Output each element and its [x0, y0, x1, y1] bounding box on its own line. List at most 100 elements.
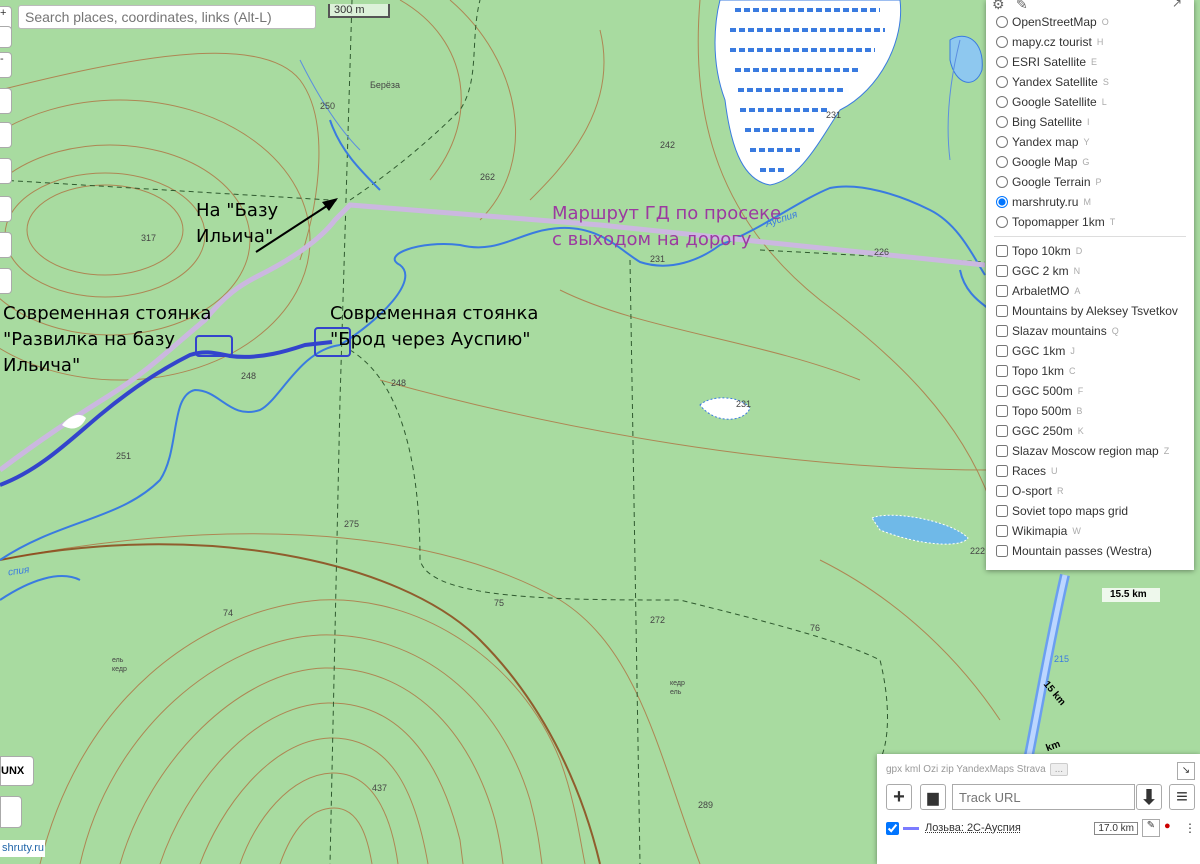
layer-row[interactable]: ESRI Satellite E: [986, 52, 1194, 72]
base-layers-list: OpenStreetMap Omapy.cz tourist H ESRI Satel…: [986, 12, 1194, 232]
track-url-input[interactable]: [952, 784, 1135, 810]
layer-row[interactable]: Soviet topo maps grid: [986, 501, 1194, 521]
layer-label: Topo 10km: [1012, 244, 1071, 258]
layer-row[interactable]: Yandex map Y: [986, 132, 1194, 152]
layer-checkbox[interactable]: [996, 325, 1008, 337]
layer-checkbox[interactable]: [996, 485, 1008, 497]
overlay-layers-list: Topo 10km D GGC 2 km N ArbaletMO A Mountains b…: [986, 241, 1194, 561]
divider: [994, 236, 1186, 237]
layer-radio[interactable]: [996, 36, 1008, 48]
contour-label: 76: [810, 623, 821, 633]
layer-label: GGC 500m: [1012, 384, 1073, 398]
layer-row[interactable]: Mountains by Aleksey Tsvetkov: [986, 301, 1194, 321]
layer-label: OpenStreetMap: [1012, 15, 1097, 29]
layer-row[interactable]: Topo 1km C: [986, 361, 1194, 381]
gear-icon[interactable]: ⚙: [992, 0, 1005, 13]
forest-label: кедр ель: [670, 680, 685, 696]
attribution-link[interactable]: shruty.ru: [0, 840, 45, 857]
elevation-label: 248: [391, 378, 407, 388]
layer-row[interactable]: Races U: [986, 461, 1194, 481]
layer-checkbox[interactable]: [996, 345, 1008, 357]
layer-radio[interactable]: [996, 176, 1008, 188]
track-visible-checkbox[interactable]: [886, 821, 899, 835]
expand-icon[interactable]: ↗: [1172, 0, 1182, 10]
layer-hotkey: R: [1057, 486, 1064, 496]
layer-row[interactable]: Bing Satellite I: [986, 112, 1194, 132]
layer-row[interactable]: Google Terrain P: [986, 172, 1194, 192]
grid-icon[interactable]: [0, 196, 12, 222]
layer-row[interactable]: mapy.cz tourist H: [986, 32, 1194, 52]
layer-row[interactable]: OpenStreetMap O: [986, 12, 1194, 32]
contour-label: 74: [223, 608, 234, 618]
layer-radio[interactable]: [996, 136, 1008, 148]
layer-radio[interactable]: [996, 196, 1008, 208]
layer-hotkey: B: [1076, 406, 1083, 416]
layer-checkbox[interactable]: [996, 385, 1008, 397]
layer-label: Topo 1km: [1012, 364, 1065, 378]
layer-row[interactable]: Google Satellite L: [986, 92, 1194, 112]
layer-radio[interactable]: [996, 16, 1008, 28]
layer-row[interactable]: GGC 500m F: [986, 381, 1194, 401]
track-name[interactable]: Лозьва: 2С-Ауспия: [925, 822, 1021, 834]
search-input[interactable]: [18, 5, 316, 29]
fullscreen-icon[interactable]: [0, 88, 12, 114]
layer-hotkey: N: [1073, 266, 1081, 276]
layer-checkbox[interactable]: [996, 245, 1008, 257]
layer-checkbox[interactable]: [996, 425, 1008, 437]
layer-row[interactable]: GGC 1km J: [986, 341, 1194, 361]
layer-checkbox[interactable]: [996, 525, 1008, 537]
pencil-icon[interactable]: ✎: [1016, 0, 1028, 13]
layer-row[interactable]: Yandex Satellite S: [986, 72, 1194, 92]
layer-checkbox[interactable]: [996, 465, 1008, 477]
layer-row[interactable]: Mountain passes (Westra): [986, 541, 1194, 561]
zoom-out-button[interactable]: -: [0, 52, 12, 78]
formats-more-button[interactable]: ...: [1049, 763, 1069, 776]
locate-icon[interactable]: [0, 232, 12, 258]
layer-checkbox[interactable]: [996, 365, 1008, 377]
unx-button[interactable]: UNX: [0, 756, 34, 786]
layer-row[interactable]: Slazav Moscow region map Z: [986, 441, 1194, 461]
layer-label: Races: [1012, 464, 1047, 478]
add-track-button[interactable]: +: [886, 784, 912, 810]
layer-row[interactable]: Topomapper 1km T: [986, 212, 1194, 232]
measure-icon[interactable]: [0, 122, 12, 148]
track-menu-icon[interactable]: ⋮: [1184, 821, 1196, 835]
open-file-icon[interactable]: ▆: [920, 784, 946, 810]
layer-row[interactable]: Wikimapia W: [986, 521, 1194, 541]
collapse-icon[interactable]: ↘: [1177, 762, 1195, 780]
elevation-label: 275: [344, 519, 360, 529]
layer-row[interactable]: Topo 10km D: [986, 241, 1194, 261]
layer-hotkey: K: [1077, 426, 1084, 436]
layer-radio[interactable]: [996, 156, 1008, 168]
layer-row[interactable]: Slazav mountains Q: [986, 321, 1194, 341]
add-point-icon[interactable]: ●: [1164, 820, 1180, 836]
menu-icon[interactable]: ≡: [1169, 784, 1195, 810]
edit-track-icon[interactable]: ✎: [1142, 819, 1160, 837]
download-icon[interactable]: ⬇: [1136, 784, 1162, 810]
layer-radio[interactable]: [996, 56, 1008, 68]
layer-radio[interactable]: [996, 76, 1008, 88]
layer-checkbox[interactable]: [996, 285, 1008, 297]
layer-row[interactable]: Topo 500m B: [986, 401, 1194, 421]
layer-row[interactable]: ArbaletMO A: [986, 281, 1194, 301]
layer-radio[interactable]: [996, 216, 1008, 228]
layer-checkbox[interactable]: [996, 505, 1008, 517]
coordinates-icon[interactable]: [0, 158, 12, 184]
layer-row[interactable]: GGC 250m K: [986, 421, 1194, 441]
layer-hotkey: G: [1082, 157, 1090, 167]
layer-row[interactable]: marshruty.ru M: [986, 192, 1194, 212]
layer-checkbox[interactable]: [996, 445, 1008, 457]
layer-checkbox[interactable]: [996, 405, 1008, 417]
print-icon[interactable]: [0, 796, 22, 828]
layer-checkbox[interactable]: [996, 265, 1008, 277]
layer-checkbox[interactable]: [996, 305, 1008, 317]
layer-checkbox[interactable]: [996, 545, 1008, 557]
layer-radio[interactable]: [996, 96, 1008, 108]
layer-row[interactable]: O-sport R: [986, 481, 1194, 501]
pin-icon[interactable]: [0, 268, 12, 294]
scale-bar: 300 m: [328, 4, 390, 18]
layer-radio[interactable]: [996, 116, 1008, 128]
layer-row[interactable]: GGC 2 km N: [986, 261, 1194, 281]
track-color-swatch[interactable]: [903, 826, 919, 830]
layer-row[interactable]: Google Map G: [986, 152, 1194, 172]
